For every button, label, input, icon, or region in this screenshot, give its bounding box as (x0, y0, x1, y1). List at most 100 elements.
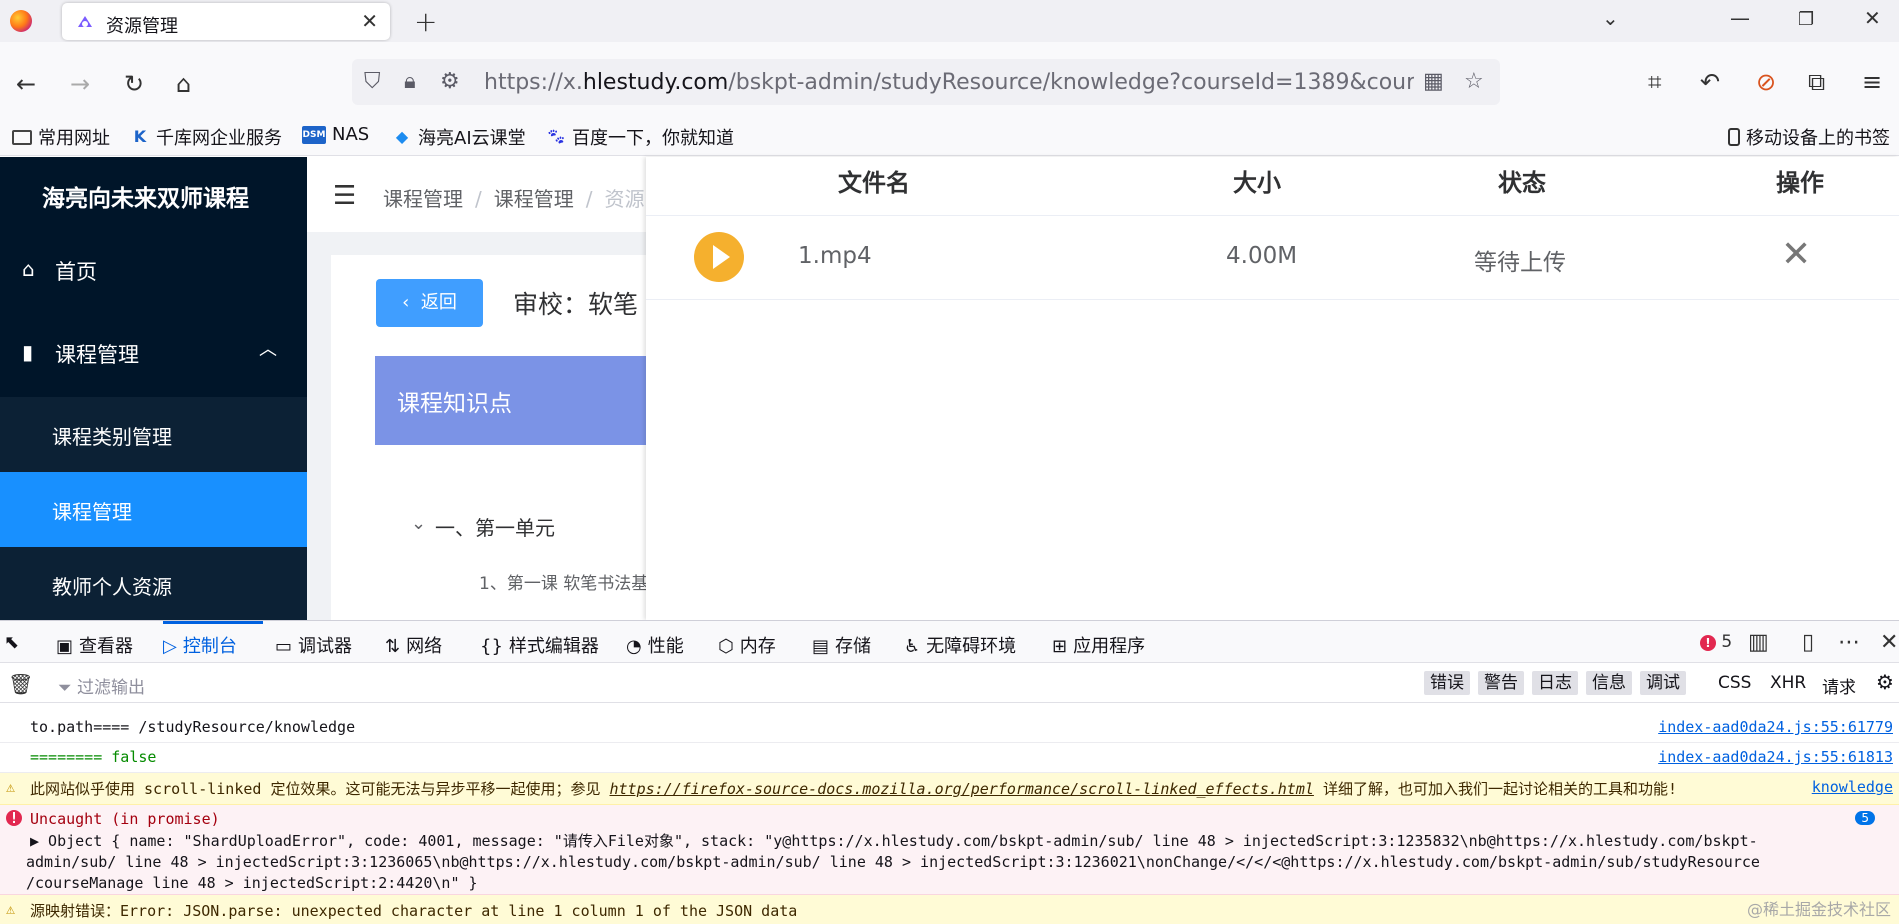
window-close-icon[interactable]: ✕ (1864, 6, 1881, 30)
reload-icon[interactable]: ↻ (124, 70, 144, 98)
filter-level-warn[interactable]: 警告 (1478, 671, 1524, 695)
console-error-entry: ! Uncaught (in promise) 5 ▶ Object { nam… (0, 805, 1899, 895)
filter-level-log[interactable]: 日志 (1532, 671, 1578, 695)
column-header: 状态 (1498, 169, 1546, 197)
tab-style-editor[interactable]: {} 样式编辑器 (480, 632, 599, 658)
chevron-down-icon[interactable]: ⌄ (411, 513, 426, 534)
error-icon: ! (6, 810, 22, 826)
close-devtools-icon[interactable]: ✕ (1880, 630, 1898, 655)
menu-icon[interactable]: ≡ (1862, 68, 1882, 96)
console-warning-entry: ⚠ 源映射错误：Error: JSON.parse: unexpected ch… (0, 895, 1899, 924)
tab-close-icon[interactable]: ✕ (361, 9, 378, 33)
bookmark-label: 百度一下，你就知道 (572, 128, 734, 149)
column-header: 文件名 (838, 169, 910, 197)
tab-application[interactable]: ⊞ 应用程序 (1052, 632, 1145, 658)
console-log-entry: to.path==== /studyResource/knowledge ind… (0, 713, 1899, 743)
tab-accessibility[interactable]: ♿︎ 无障碍环境 (904, 632, 1016, 658)
breadcrumb-item[interactable]: 课程管理 (494, 187, 574, 211)
error-count-value: 5 (1721, 632, 1733, 652)
responsive-design-icon[interactable]: ▯ (1802, 630, 1814, 655)
tab-label: 内存 (739, 636, 776, 657)
tab-label: 控制台 (182, 636, 237, 657)
tab-network[interactable]: ⇅ 网络 (385, 632, 442, 658)
url-host: hlestudy.com (582, 70, 729, 95)
bookmark-item[interactable]: ◆ 海亮AI云课堂 (392, 124, 526, 150)
error-object-line: admin/sub/ line 48 > injectedScript:3:12… (26, 853, 1760, 871)
sidebar-subitem-teacher-resources[interactable]: 教师个人资源 (0, 547, 307, 622)
permissions-icon[interactable]: ⚙ (440, 69, 460, 94)
sidebar-item-course-mgmt[interactable]: ▮ 课程管理 ︿ (0, 315, 307, 390)
sidebar-item-home[interactable]: ⌂ 首页 (0, 232, 307, 307)
sidebar-subitem-course-category[interactable]: 课程类别管理 (0, 397, 307, 472)
file-name: 1.mp4 (798, 243, 872, 269)
filter-output-input[interactable]: ⏷ 过滤输出 (58, 673, 145, 698)
trash-icon[interactable]: 🗑︎ (8, 672, 33, 696)
tab-memory[interactable]: ⬡ 内存 (718, 632, 776, 658)
bookmark-item[interactable]: K 千库网企业服务 (130, 124, 282, 150)
tab-inspector[interactable]: ▣ 查看器 (56, 632, 133, 658)
sidebar-subitem-course-manage[interactable]: 课程管理 (0, 472, 307, 547)
sidebar-item-label: 课程管理 (55, 343, 139, 367)
log-message: to.path==== /studyResource/knowledge (30, 718, 356, 736)
mobile-bookmarks[interactable]: 移动设备上的书签 (1728, 124, 1890, 150)
log-source-link[interactable]: knowledge (1812, 778, 1893, 796)
tab-title: 资源管理 (106, 16, 178, 37)
restore-icon[interactable]: ❐ (1798, 9, 1814, 30)
error-object[interactable]: ▶ Object { name: "ShardUploadError", cod… (26, 831, 1830, 894)
qr-code-icon[interactable]: ▦ (1423, 69, 1444, 94)
breadcrumb: 课程管理 / 课程管理 / 资源 (383, 187, 645, 211)
split-console-icon[interactable]: ▥ (1748, 630, 1769, 655)
tab-console[interactable]: ▷ 控制台 (163, 632, 237, 658)
element-picker-icon[interactable]: ⬉ (4, 632, 19, 653)
bookmark-label: 海亮AI云课堂 (418, 128, 526, 149)
bookmark-item[interactable]: DSM NAS (302, 124, 369, 145)
minimize-icon[interactable]: — (1730, 6, 1750, 30)
filter-level-info[interactable]: 信息 (1586, 671, 1632, 695)
filter-level-error[interactable]: 错误 (1424, 671, 1470, 695)
extension-blocked-icon[interactable]: ⊘ (1756, 68, 1776, 96)
bookmark-star-icon[interactable]: ☆ (1464, 69, 1484, 94)
tab-storage[interactable]: ▤ 存储 (812, 632, 871, 658)
home-icon: ⌂ (22, 257, 35, 281)
new-tab-icon[interactable]: + (414, 5, 437, 38)
breadcrumb-item[interactable]: 课程管理 (383, 187, 463, 211)
log-source-link[interactable]: index-aad0da24.js:55:61779 (1658, 718, 1893, 736)
browser-tab-bar: 资源管理 ✕ + ⌄ — ❐ ✕ (0, 0, 1899, 42)
tree-node-lesson[interactable]: 1、第一课 软笔书法基础 (479, 569, 665, 594)
tree-node-unit[interactable]: 一、第一单元 (435, 512, 555, 541)
remove-file-icon[interactable]: ✕ (1781, 234, 1811, 275)
bookmark-item[interactable]: 🐾︎ 百度一下，你就知道 (546, 124, 734, 150)
browser-tab[interactable]: 资源管理 ✕ (62, 3, 390, 40)
folder-icon (12, 129, 32, 145)
lock-icon[interactable]: 🔒︎ (404, 69, 416, 94)
tab-debugger[interactable]: ▭ 调试器 (275, 632, 352, 658)
bookmark-item[interactable]: 常用网址 (12, 124, 110, 150)
table-row: 1.mp4 4.00M 等待上传 ✕ (646, 215, 1899, 300)
shield-icon[interactable]: ⛉ (364, 69, 381, 94)
more-options-icon[interactable]: ⋯ (1838, 630, 1860, 655)
warning-doc-link[interactable]: https://firefox-source-docs.mozilla.org/… (610, 780, 1314, 798)
console-settings-gear-icon[interactable]: ⚙ (1876, 670, 1894, 694)
forward-arrow-icon[interactable]: → (70, 70, 90, 98)
filter-placeholder: 过滤输出 (77, 678, 146, 698)
tab-label: 无障碍环境 (926, 636, 1017, 657)
screenshot-icon[interactable]: ⌗ (1648, 68, 1662, 96)
tab-list-chevron-icon[interactable]: ⌄ (1602, 6, 1619, 30)
error-count[interactable]: ! 5 (1700, 632, 1732, 652)
filter-xhr[interactable]: XHR (1770, 673, 1806, 693)
back-button[interactable]: ‹ 返回 (376, 279, 483, 327)
firefox-logo-icon[interactable] (10, 10, 32, 32)
log-source-link[interactable]: index-aad0da24.js:55:61813 (1658, 748, 1893, 766)
home-icon[interactable]: ⌂ (176, 70, 191, 98)
url-text[interactable]: https://x.hlestudy.com/bskpt-admin/study… (484, 70, 1414, 95)
tab-performance[interactable]: ◔ 性能 (626, 632, 684, 658)
filter-css[interactable]: CSS (1718, 673, 1751, 693)
menu-fold-icon[interactable]: ☰ (333, 181, 356, 211)
filter-level-debug[interactable]: 调试 (1640, 671, 1686, 695)
undo-icon[interactable]: ↶ (1700, 68, 1720, 96)
url-bar[interactable]: ⛉ 🔒︎ ⚙ https://x.hlestudy.com/bskpt-admi… (352, 59, 1500, 105)
extensions-puzzle-icon[interactable]: ⧉ (1808, 68, 1825, 96)
main-content: ☰ 课程管理 / 课程管理 / 资源 ‹ 返回 审校：软笔 课程知识点 ⌄ 一、第一单元… (307, 157, 665, 620)
back-arrow-icon[interactable]: ← (16, 70, 36, 98)
filter-requests[interactable]: 请求 (1822, 673, 1856, 698)
